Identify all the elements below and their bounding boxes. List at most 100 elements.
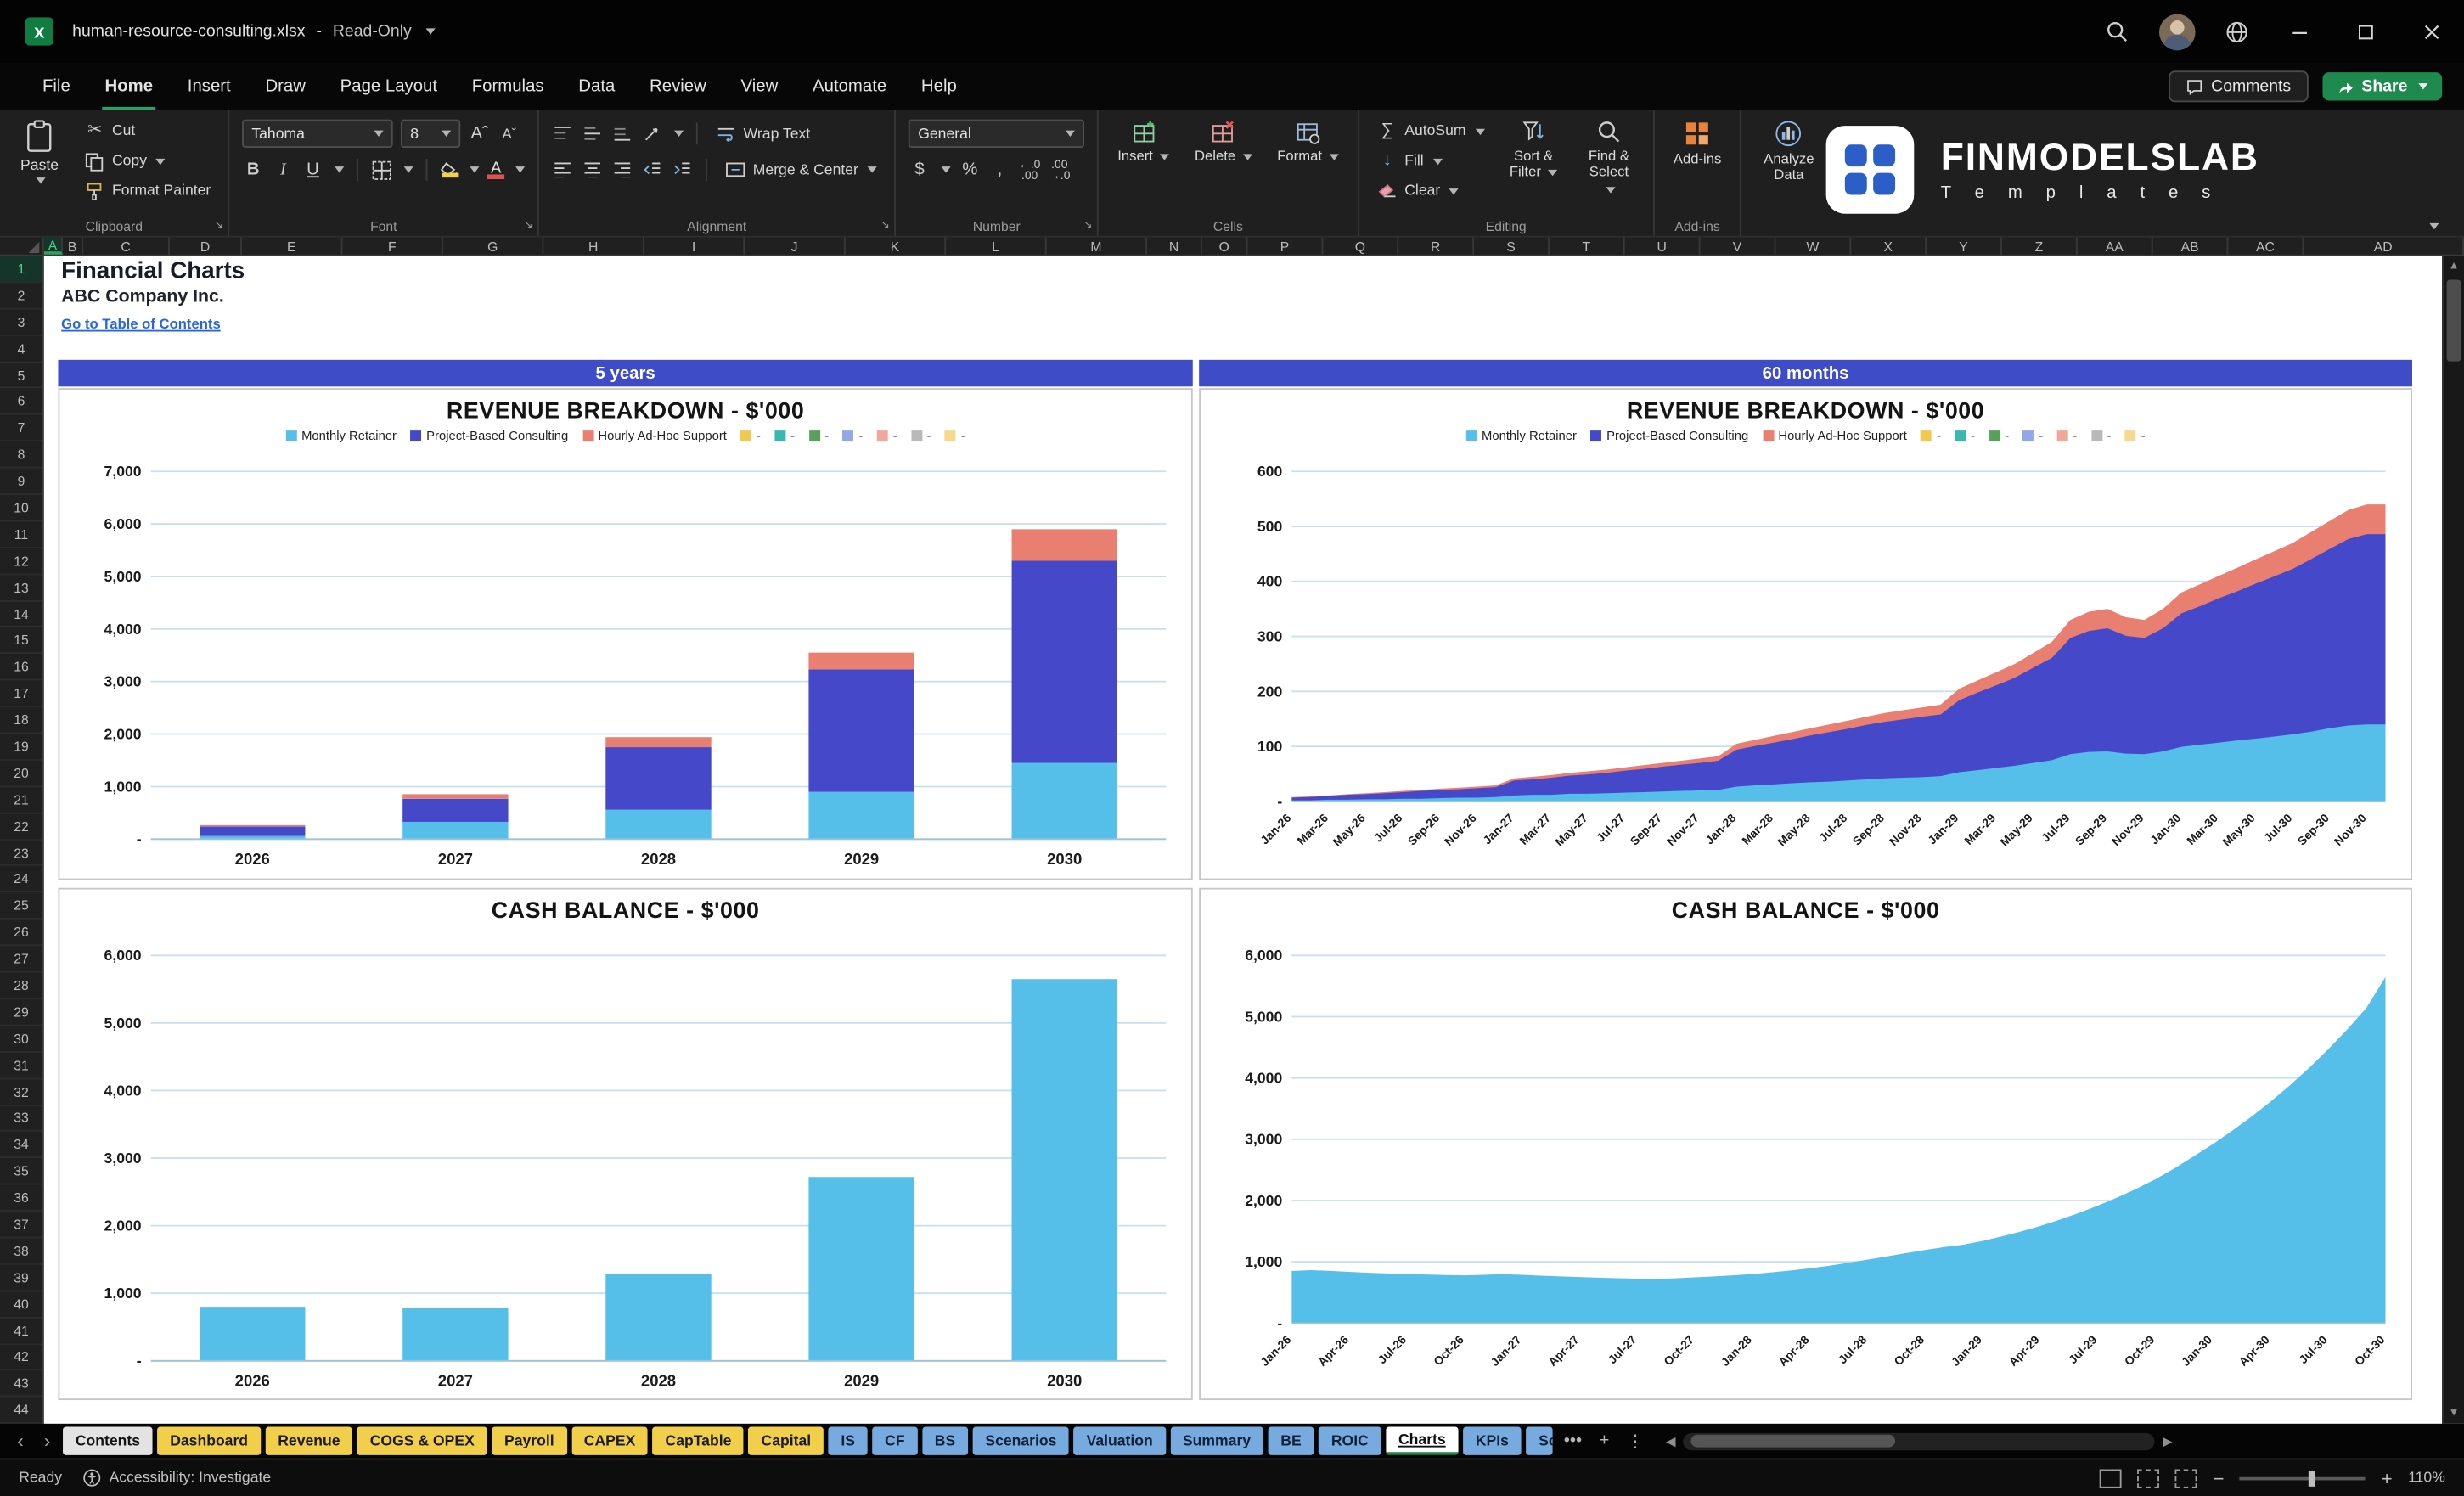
minimize-button[interactable] xyxy=(2266,0,2332,63)
menu-item-data[interactable]: Data xyxy=(561,63,633,110)
table-of-contents-link[interactable]: Go to Table of Contents xyxy=(61,316,221,332)
sheet-tab-kpis[interactable]: KPIs xyxy=(1463,1427,1522,1455)
column-header-L[interactable]: L xyxy=(946,237,1046,254)
scroll-up-arrow[interactable]: ▲ xyxy=(2444,256,2464,277)
column-header-J[interactable]: J xyxy=(745,237,845,254)
row-header-38[interactable]: 38 xyxy=(0,1238,42,1264)
fill-button[interactable]: ↓Fill xyxy=(1371,148,1489,174)
column-header-N[interactable]: N xyxy=(1147,237,1202,254)
row-header-23[interactable]: 23 xyxy=(0,840,42,866)
currency-format-button[interactable]: $ xyxy=(909,161,931,178)
number-format-select[interactable]: General xyxy=(909,120,1084,148)
column-header-C[interactable]: C xyxy=(83,237,170,254)
borders-button[interactable] xyxy=(371,160,393,180)
column-header-V[interactable]: V xyxy=(1701,237,1776,254)
sheet-tab-charts[interactable]: Charts xyxy=(1386,1427,1458,1455)
row-header-22[interactable]: 22 xyxy=(0,813,42,840)
zoom-level[interactable]: 110% xyxy=(2408,1469,2445,1486)
increase-decimal-button[interactable]: ←.0.00 xyxy=(1019,158,1041,182)
column-header-P[interactable]: P xyxy=(1248,237,1324,254)
row-header-21[interactable]: 21 xyxy=(0,787,42,813)
vertical-scroll-thumb[interactable] xyxy=(2447,279,2461,361)
column-header-U[interactable]: U xyxy=(1625,237,1701,254)
row-header-42[interactable]: 42 xyxy=(0,1344,42,1370)
sheet-tab-payroll[interactable]: Payroll xyxy=(492,1427,566,1455)
row-header-32[interactable]: 32 xyxy=(0,1079,42,1105)
column-header-W[interactable]: W xyxy=(1775,237,1851,254)
zoom-in-button[interactable]: + xyxy=(2382,1467,2393,1489)
orientation-button[interactable] xyxy=(641,125,663,142)
sheet-tab-contents[interactable]: Contents xyxy=(63,1427,153,1455)
sheet-canvas[interactable]: Financial Charts ABC Company Inc. Go to … xyxy=(44,256,2464,1424)
close-button[interactable] xyxy=(2398,0,2464,63)
row-header-17[interactable]: 17 xyxy=(0,681,42,707)
italic-button[interactable]: I xyxy=(272,161,294,178)
underline-button[interactable]: U xyxy=(302,161,324,178)
sheet-tab-capital[interactable]: Capital xyxy=(749,1427,824,1455)
share-button[interactable]: Share xyxy=(2322,72,2442,100)
column-header-Z[interactable]: Z xyxy=(2002,237,2078,254)
paste-button[interactable]: Paste xyxy=(13,118,66,186)
clear-button[interactable]: Clear xyxy=(1371,177,1489,204)
column-header-AC[interactable]: AC xyxy=(2228,237,2304,254)
row-header-34[interactable]: 34 xyxy=(0,1132,42,1158)
row-header-16[interactable]: 16 xyxy=(0,655,42,681)
column-header-R[interactable]: R xyxy=(1398,237,1474,254)
align-left-button[interactable] xyxy=(552,162,574,178)
column-header-F[interactable]: F xyxy=(342,237,442,254)
column-header-X[interactable]: X xyxy=(1851,237,1927,254)
zoom-out-button[interactable]: − xyxy=(2214,1467,2225,1489)
row-header-36[interactable]: 36 xyxy=(0,1185,42,1212)
row-header-14[interactable]: 14 xyxy=(0,601,42,627)
row-header-12[interactable]: 12 xyxy=(0,548,42,575)
row-header-35[interactable]: 35 xyxy=(0,1159,42,1185)
zoom-slider[interactable] xyxy=(2240,1476,2366,1480)
sheet-tab-bs[interactable]: BS xyxy=(922,1427,968,1455)
increase-font-icon[interactable]: Aˆ xyxy=(469,125,491,142)
column-header-Y[interactable]: Y xyxy=(1927,237,2002,254)
column-header-M[interactable]: M xyxy=(1047,237,1147,254)
font-size-select[interactable]: 8 xyxy=(401,120,460,148)
comma-format-button[interactable]: , xyxy=(989,161,1011,178)
sheet-tab-valuation[interactable]: Valuation xyxy=(1074,1427,1166,1455)
row-header-28[interactable]: 28 xyxy=(0,973,42,999)
column-header-AA[interactable]: AA xyxy=(2078,237,2153,254)
fill-color-button[interactable] xyxy=(440,162,458,178)
row-header-7[interactable]: 7 xyxy=(0,415,42,441)
search-icon[interactable] xyxy=(2087,0,2146,63)
column-header-E[interactable]: E xyxy=(242,237,342,254)
column-header-D[interactable]: D xyxy=(170,237,242,254)
row-header-6[interactable]: 6 xyxy=(0,389,42,415)
row-header-40[interactable]: 40 xyxy=(0,1291,42,1318)
column-header-Q[interactable]: Q xyxy=(1323,237,1398,254)
ribbon-collapse-icon[interactable] xyxy=(2429,223,2439,229)
row-header-25[interactable]: 25 xyxy=(0,893,42,920)
top-align-button[interactable] xyxy=(552,126,574,142)
row-header-41[interactable]: 41 xyxy=(0,1318,42,1344)
font-color-button[interactable]: A xyxy=(487,161,504,178)
percent-format-button[interactable]: % xyxy=(959,161,981,178)
bold-button[interactable]: B xyxy=(242,161,264,178)
row-header-18[interactable]: 18 xyxy=(0,707,42,734)
column-header-K[interactable]: K xyxy=(846,237,946,254)
row-header-10[interactable]: 10 xyxy=(0,495,42,521)
row-header-11[interactable]: 11 xyxy=(0,521,42,548)
row-header-20[interactable]: 20 xyxy=(0,761,42,787)
decrease-font-icon[interactable]: Aˇ xyxy=(498,127,520,141)
column-header-AD[interactable]: AD xyxy=(2304,237,2464,254)
column-header-A[interactable]: A xyxy=(44,237,63,254)
page-layout-view-button[interactable] xyxy=(2138,1469,2160,1488)
sheet-tab-revenue[interactable]: Revenue xyxy=(265,1427,352,1455)
copy-button[interactable]: Copy xyxy=(79,148,216,174)
document-title[interactable]: human-resource-consulting.xlsx - Read-On… xyxy=(72,22,435,41)
select-all-corner[interactable] xyxy=(0,237,44,254)
sheet-tab-be[interactable]: BE xyxy=(1268,1427,1314,1455)
menu-item-page-layout[interactable]: Page Layout xyxy=(323,63,454,110)
normal-view-button[interactable] xyxy=(2100,1469,2122,1488)
sheet-tab-summary[interactable]: Summary xyxy=(1170,1427,1263,1455)
scroll-right-arrow[interactable]: ▶ xyxy=(2158,1434,2177,1448)
accessibility-status[interactable]: Accessibility: Investigate xyxy=(84,1469,271,1486)
font-name-select[interactable]: Tahoma xyxy=(242,120,393,148)
row-header-27[interactable]: 27 xyxy=(0,946,42,972)
sheet-tab-dashboard[interactable]: Dashboard xyxy=(157,1427,260,1455)
